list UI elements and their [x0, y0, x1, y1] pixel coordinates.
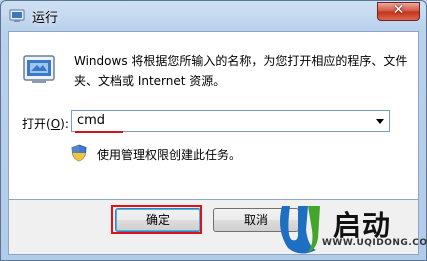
- open-label-prefix: 打开(: [22, 117, 51, 131]
- close-button[interactable]: ✕: [377, 2, 420, 21]
- open-label: 打开(O):: [22, 115, 69, 132]
- run-icon: [23, 55, 55, 83]
- ok-red-highlight-box: [111, 205, 202, 234]
- window-title: 运行: [32, 11, 59, 26]
- open-input[interactable]: cmd: [77, 113, 105, 128]
- dropdown-arrow-icon[interactable]: [376, 119, 384, 124]
- open-label-accelerator: O: [50, 117, 61, 131]
- open-label-suffix: ):: [60, 117, 69, 131]
- open-combobox[interactable]: cmd: [71, 110, 390, 133]
- brand-url: WWW.UQIDONG.COM: [322, 238, 427, 248]
- close-icon: ✕: [392, 2, 405, 18]
- cmd-red-underline: [75, 131, 123, 133]
- run-app-icon: [9, 9, 25, 22]
- dialog-body: Windows 将根据您所输入的名称，为您打开相应的程序、文件夹、文档或 Int…: [8, 31, 419, 200]
- title-bar[interactable]: 运行 ✕: [1, 1, 426, 31]
- dialog-description: Windows 将根据您所输入的名称，为您打开相应的程序、文件夹、文档或 Int…: [74, 54, 408, 88]
- uac-shield-icon: [71, 144, 87, 162]
- admin-note: 使用管理权限创建此任务。: [97, 148, 242, 162]
